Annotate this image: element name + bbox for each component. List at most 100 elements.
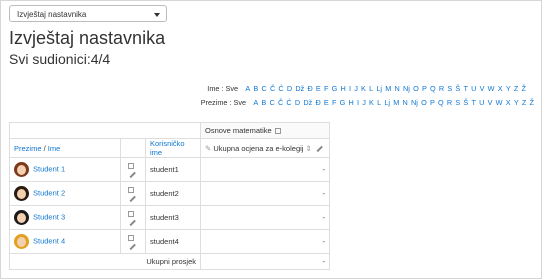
letter-filter-link[interactable]: P	[430, 98, 435, 107]
letter-filter-link[interactable]: F	[324, 84, 328, 93]
letter-filter-link[interactable]: Đ	[307, 84, 312, 93]
letter-filter-link[interactable]: G	[332, 84, 338, 93]
letter-filter-link[interactable]: C	[269, 98, 274, 107]
letter-filter-link[interactable]: I	[357, 98, 359, 107]
letter-filter-link[interactable]: T	[463, 84, 467, 93]
letter-filter-link[interactable]: W	[488, 84, 495, 93]
letter-filter-link[interactable]: G	[340, 98, 346, 107]
chevron-down-icon[interactable]	[154, 13, 160, 17]
letter-filter-link[interactable]: O	[413, 84, 419, 93]
letter-filter-link[interactable]: K	[369, 98, 374, 107]
letter-filter-link[interactable]: H	[341, 84, 346, 93]
letter-filter-link[interactable]: J	[362, 98, 366, 107]
letter-filter-link[interactable]: S	[455, 98, 460, 107]
letter-filter-link[interactable]: N	[403, 98, 408, 107]
letter-filter-link[interactable]: E	[324, 98, 329, 107]
letter-filter-link[interactable]: Š	[463, 98, 468, 107]
avatar-face	[17, 237, 26, 247]
letter-filter-link[interactable]: H	[349, 98, 354, 107]
letter-filter-link[interactable]: J	[354, 84, 358, 93]
letter-filter-link[interactable]: Y	[514, 98, 519, 107]
letter-filter-link[interactable]: Dž	[303, 98, 312, 107]
letter-filter-link[interactable]: Đ	[315, 98, 320, 107]
avatar	[14, 210, 29, 225]
letter-filter-link[interactable]: R	[439, 84, 444, 93]
report-type-select[interactable]: Izvještaj nastavnika	[9, 5, 167, 22]
category-name: Osnove matematike	[205, 126, 272, 135]
edit-icon[interactable]	[129, 195, 136, 202]
grade-cell[interactable]: -	[200, 181, 330, 206]
letter-filter-link[interactable]: Q	[430, 84, 436, 93]
letter-filter-link[interactable]: X	[506, 98, 511, 107]
report-icon[interactable]	[128, 186, 134, 193]
grade-cell[interactable]: -	[200, 205, 330, 230]
letter-filter-link[interactable]: D	[287, 84, 292, 93]
sort-lastname-link[interactable]: Prezime	[14, 144, 42, 153]
letter-filter-link[interactable]: T	[471, 98, 475, 107]
letter-filter-link[interactable]: Lj	[376, 84, 382, 93]
letter-filter-link[interactable]: N	[395, 84, 400, 93]
sort-username-link[interactable]: Korisničko ime	[150, 139, 185, 157]
edit-icon[interactable]	[129, 219, 136, 226]
letter-filter-link[interactable]: U	[471, 84, 476, 93]
letter-filter-link[interactable]: L	[369, 84, 373, 93]
letter-filter-link[interactable]: U	[479, 98, 484, 107]
calculator-icon: ✎	[205, 143, 212, 153]
letter-filter-link[interactable]: L	[377, 98, 381, 107]
letter-filter-link[interactable]: V	[480, 84, 485, 93]
letter-filter-link[interactable]: B	[261, 98, 266, 107]
letter-filter-link[interactable]: Č	[270, 84, 275, 93]
letter-filter-link[interactable]: P	[422, 84, 427, 93]
letter-filter-link[interactable]: Z	[522, 98, 526, 107]
letter-filter-link[interactable]: Lj	[384, 98, 390, 107]
edit-icon[interactable]	[316, 145, 323, 152]
letter-filter-link[interactable]: D	[295, 98, 300, 107]
username-cell: student2	[145, 181, 201, 206]
letter-filter-link[interactable]: Š	[455, 84, 460, 93]
name-header: Prezime / Ime	[9, 138, 121, 158]
letter-filter-link[interactable]: E	[316, 84, 321, 93]
grade-cell[interactable]: -	[200, 229, 330, 254]
letter-filter-link[interactable]: K	[361, 84, 366, 93]
letter-filter-link[interactable]: Nj	[403, 84, 410, 93]
total-column-label: Ukupna ocjena za e-kolegij	[213, 143, 304, 153]
letter-filter-link[interactable]: A	[245, 84, 250, 93]
letter-filter-link[interactable]: W	[496, 98, 503, 107]
grade-cell[interactable]: -	[200, 157, 330, 182]
edit-icon[interactable]	[129, 171, 136, 178]
letter-filter-link[interactable]: M	[385, 84, 391, 93]
letter-filter-link[interactable]: R	[447, 98, 452, 107]
sort-icon[interactable]: ⇕	[306, 144, 312, 153]
letter-filter-link[interactable]: O	[421, 98, 427, 107]
letter-filter-link[interactable]: Dž	[295, 84, 304, 93]
letter-filter-link[interactable]: I	[349, 84, 351, 93]
edit-icon[interactable]	[129, 243, 136, 250]
letter-filter-link[interactable]: M	[393, 98, 399, 107]
letter-filter-link[interactable]: Q	[438, 98, 444, 107]
letter-filter-link[interactable]: A	[253, 98, 258, 107]
letter-filter-link[interactable]: Z	[514, 84, 518, 93]
student-name-link[interactable]: Student 1	[33, 164, 65, 173]
letter-filter-link[interactable]: Ž	[522, 84, 526, 93]
report-icon[interactable]	[128, 234, 134, 241]
letter-filter-link[interactable]: Č	[278, 98, 283, 107]
report-icon[interactable]	[128, 210, 134, 217]
letter-filter-link[interactable]: Ć	[278, 84, 283, 93]
letter-filter-link[interactable]: B	[253, 84, 258, 93]
letter-filter-link[interactable]: Ć	[286, 98, 291, 107]
letter-filter-link[interactable]: X	[498, 84, 503, 93]
collapse-icon[interactable]	[274, 128, 281, 135]
letter-filter-link[interactable]: Y	[506, 84, 511, 93]
letter-filter-link[interactable]: V	[488, 98, 493, 107]
student-name-link[interactable]: Student 3	[33, 212, 65, 221]
letter-filter-link[interactable]: C	[261, 84, 266, 93]
student-name-link[interactable]: Student 4	[33, 236, 65, 245]
student-name-link[interactable]: Student 2	[33, 188, 65, 197]
sort-firstname-link[interactable]: Ime	[48, 144, 61, 153]
letter-filter-link[interactable]: F	[332, 98, 336, 107]
report-icon[interactable]	[128, 162, 134, 169]
average-value-cell: -	[200, 253, 330, 270]
letter-filter-link[interactable]: S	[447, 84, 452, 93]
letter-filter-link[interactable]: Ž	[530, 98, 534, 107]
letter-filter-link[interactable]: Nj	[411, 98, 418, 107]
